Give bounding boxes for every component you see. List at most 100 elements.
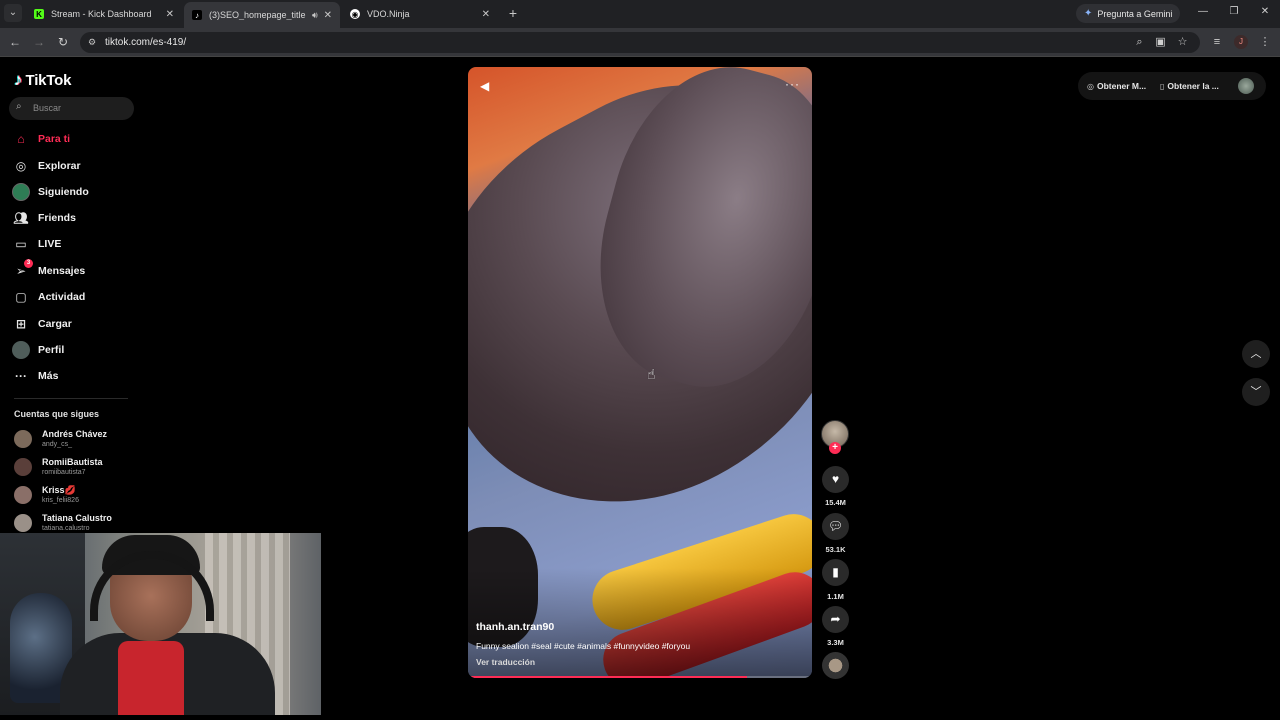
see-translation-link[interactable]: Ver traducción (476, 657, 535, 667)
followed-account[interactable]: RomiiBautista romiibautista7 (14, 455, 103, 479)
zoom-icon[interactable]: ⌕ (1133, 36, 1146, 49)
more-icon: ··· (15, 369, 27, 383)
sidebar-item-siguiendo[interactable]: Siguiendo (12, 182, 89, 202)
avatar (14, 514, 32, 532)
sidebar-divider (14, 398, 128, 399)
browser-toolbar: ← → ↻ ⚙ tiktok.com/es-419/ ⌕ ▣ ☆ ≡ J ⋮ (0, 28, 1280, 57)
sidebar-item-friends[interactable]: 👥︎ Friends (12, 208, 76, 228)
sidebar-item-label: Friends (38, 212, 76, 224)
new-tab-button[interactable]: + (506, 4, 520, 22)
avatar (14, 458, 32, 476)
music-disc-icon[interactable] (822, 652, 849, 679)
get-app-label: Obtener la ... (1167, 81, 1219, 91)
site-info-icon[interactable]: ⚙ (88, 37, 99, 48)
reload-icon[interactable]: ↻ (56, 35, 70, 49)
save-button[interactable]: ▮ (822, 559, 849, 586)
close-icon[interactable]: ✕ (166, 9, 174, 20)
webcam-person-shirt (118, 641, 184, 715)
sidebar-item-label: Perfil (38, 344, 65, 356)
video-progress-fill (468, 676, 747, 678)
live-icon: ▭ (15, 237, 27, 251)
hand-cursor-icon: ☝ (647, 366, 656, 382)
restore-icon[interactable]: ❐ (1227, 6, 1241, 17)
followed-account[interactable]: Tatiana Calustro tatiana.calustro (14, 511, 112, 535)
account-handle: tatiana.calustro (42, 525, 90, 532)
video-progress-bar[interactable] (468, 676, 812, 678)
tab-search-button[interactable]: ⌄ (4, 4, 22, 22)
user-avatar[interactable] (1238, 78, 1254, 94)
tab-vdo-ninja[interactable]: ◉ VDO.Ninja ✕ (342, 2, 498, 26)
url-text[interactable]: tiktok.com/es-419/ (105, 37, 186, 48)
bookmark-star-icon[interactable]: ☆ (1176, 36, 1189, 49)
speaker-icon[interactable]: 🔊︎ (312, 10, 318, 21)
account-handle: kris_felii826 (42, 497, 79, 504)
follow-plus-icon[interactable]: + (829, 442, 841, 454)
back-arrow-icon[interactable]: ← (8, 35, 22, 49)
get-app-button[interactable]: ▯ Obtener la ... (1160, 81, 1219, 91)
sidebar-item-mensajes[interactable]: ➢ 3 Mensajes (12, 259, 86, 281)
save-count: 1.1M (827, 592, 844, 601)
share-arrow-icon: ➦ (830, 612, 841, 626)
account-name: RomiiBautista (42, 457, 103, 467)
chevron-up-icon: ︿ (1250, 348, 1262, 360)
sidebar-item-mas[interactable]: ··· Más (12, 366, 58, 386)
sidebar-item-actividad[interactable]: ▢ Actividad (12, 287, 85, 307)
share-button[interactable]: ➦ (822, 606, 849, 633)
minimize-icon[interactable]: — (1196, 6, 1210, 17)
sidebar-item-label: Para ti (38, 133, 71, 145)
sidebar-item-cargar[interactable]: ⊞ Cargar (12, 314, 72, 334)
account-name: Kriss💋 (42, 485, 76, 495)
video-caption: Funny sealion #seal #cute #animals #funn… (476, 641, 691, 651)
activity-icon: ▢ (15, 290, 27, 304)
profile-avatar[interactable]: J (1234, 35, 1248, 49)
volume-icon[interactable]: ◀ (480, 79, 489, 93)
followed-account[interactable]: Kriss💋 kris_felii826 (14, 483, 79, 507)
sidebar-item-para-ti[interactable]: ⌂ Para ti (12, 129, 70, 149)
account-name: Andrés Chávez (42, 429, 108, 439)
vdo-ninja-favicon-icon: ◉ (350, 9, 360, 19)
reading-list-icon[interactable]: ≡ (1210, 35, 1224, 49)
tab-title: (3)SEO_homepage_title (209, 10, 306, 20)
address-bar[interactable]: ⚙ tiktok.com/es-419/ ⌕ ▣ ☆ (80, 32, 1200, 53)
get-coins-label: Obtener M... (1096, 81, 1147, 91)
next-video-button[interactable]: ﹀ (1242, 378, 1270, 406)
install-app-icon[interactable]: ▣ (1154, 36, 1167, 49)
comment-button[interactable]: 💬︎ (822, 513, 849, 540)
more-options-icon[interactable]: ··· (785, 77, 800, 91)
like-button[interactable]: ♥ (822, 466, 849, 493)
get-coins-button[interactable]: ◎ Obtener M... (1087, 81, 1146, 91)
sidebar-item-live[interactable]: ▭ LIVE (12, 234, 61, 254)
search-icon: ⌕ (16, 101, 22, 112)
coin-icon: ◎ (1087, 82, 1094, 91)
messages-badge: 3 (24, 259, 33, 268)
tab-kick-dashboard[interactable]: K Stream - Kick Dashboard ✕ (26, 2, 182, 26)
sidebar-item-label: Más (38, 370, 59, 382)
browser-tabstrip: ⌄ K Stream - Kick Dashboard ✕ ♪ (3)SEO_h… (0, 0, 1280, 28)
close-icon[interactable]: ✕ (482, 9, 490, 20)
previous-video-button[interactable]: ︿ (1242, 340, 1270, 368)
profile-avatar-icon (12, 341, 30, 359)
tiktok-favicon-icon: ♪ (192, 10, 202, 20)
close-icon[interactable]: ✕ (324, 10, 332, 21)
friends-icon: 👥︎ (13, 211, 29, 225)
tiktok-logo[interactable]: ♪ TikTok (14, 70, 71, 90)
account-handle: romiibautista7 (42, 469, 86, 476)
compass-icon: ◎ (15, 159, 27, 173)
gemini-button[interactable]: ✦ Pregunta a Gemini (1076, 4, 1181, 23)
following-section-title: Cuentas que sigues (14, 409, 100, 419)
kebab-menu-icon[interactable]: ⋮ (1258, 35, 1272, 49)
sidebar-item-perfil[interactable]: Perfil (12, 340, 64, 360)
bookmark-icon: ▮ (832, 565, 839, 579)
kick-favicon-icon: K (34, 9, 44, 19)
tab-tiktok[interactable]: ♪ (3)SEO_homepage_title 🔊︎ ✕ (184, 2, 340, 28)
video-author[interactable]: thanh.an.tran90 (476, 621, 554, 633)
video-player[interactable]: ◀ ··· thanh.an.tran90 Funny sealion #sea… (468, 67, 812, 678)
forward-arrow-icon[interactable]: → (32, 35, 46, 49)
sidebar-item-explorar[interactable]: ◎ Explorar (12, 156, 81, 176)
search-input[interactable]: ⌕ Buscar (9, 97, 134, 120)
followed-account[interactable]: Andrés Chávez andy_cs_ (14, 427, 107, 451)
window-close-icon[interactable]: ✕ (1258, 6, 1272, 17)
sidebar-item-label: Mensajes (38, 265, 86, 277)
account-name: Tatiana Calustro (42, 513, 112, 523)
heart-icon: ♥ (831, 472, 840, 486)
